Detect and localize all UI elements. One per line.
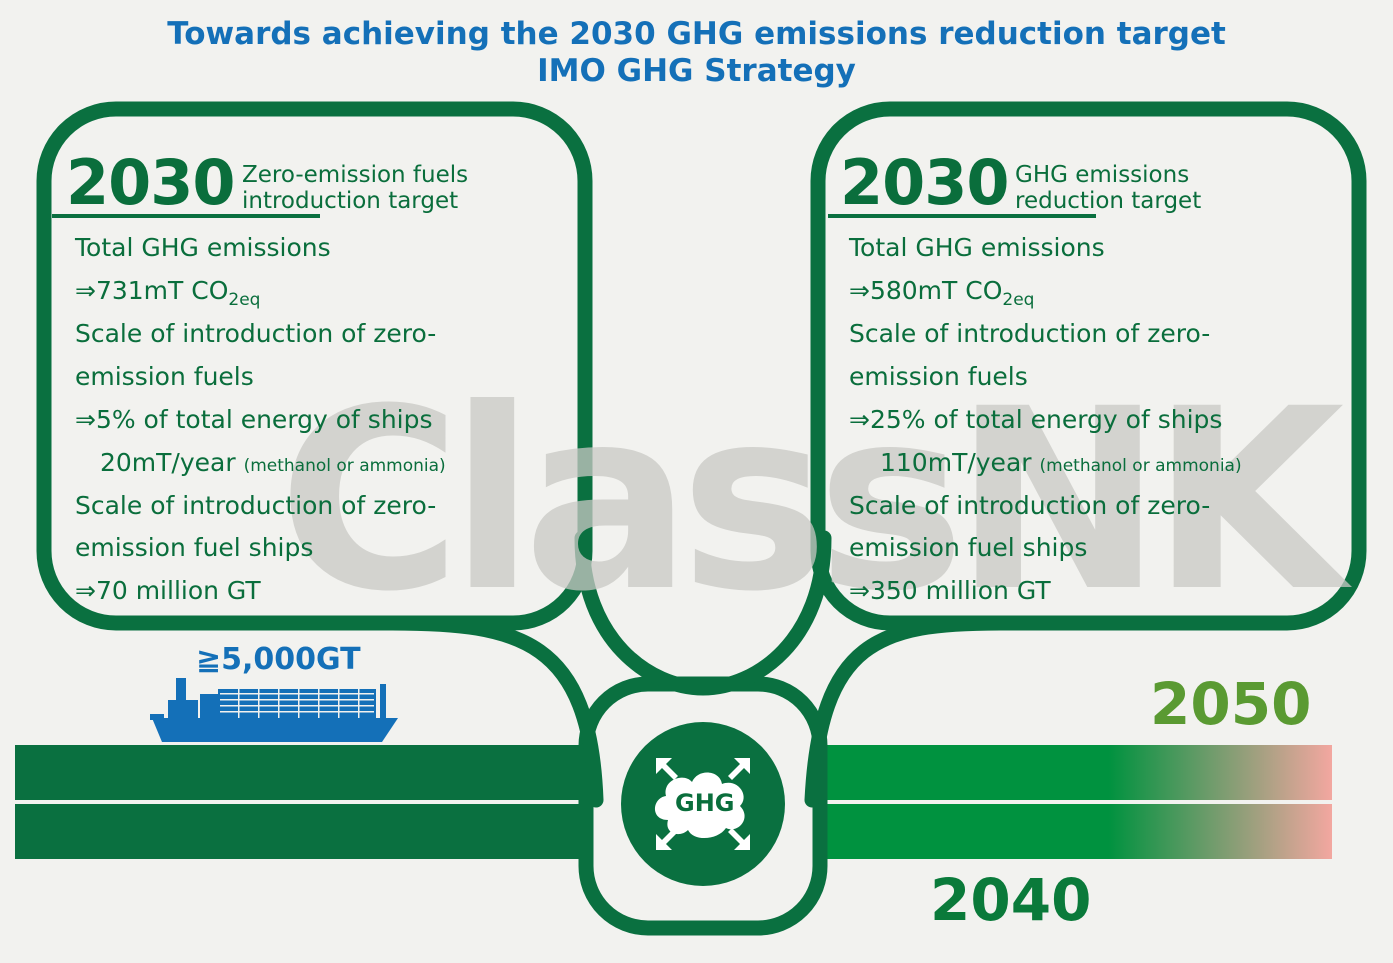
right-line-5: ⇒25% of total energy of ships	[849, 405, 1223, 434]
left-caption-1: Zero-emission fuels	[242, 162, 469, 188]
left-year: 2030	[66, 146, 236, 219]
ghg-label: GHG	[675, 789, 735, 817]
title-line2: IMO GHG Strategy	[537, 53, 856, 89]
left-line-3: Scale of introduction of zero-	[75, 319, 437, 348]
left-line-9: ⇒70 million GT	[75, 576, 261, 605]
right-line-3: Scale of introduction of zero-	[849, 319, 1211, 348]
right-caption-1: GHG emissions	[1015, 162, 1190, 188]
year-2050: 2050	[1150, 670, 1312, 738]
right-line-6: 110mT/year (methanol or ammonia)	[880, 448, 1242, 477]
ship-size-label: ≧5,000GT	[196, 642, 361, 677]
left-line-2: ⇒731mT CO2eq	[75, 276, 261, 310]
right-line-1: Total GHG emissions	[849, 233, 1105, 262]
ship-icon	[150, 678, 398, 742]
right-line-9: ⇒350 million GT	[849, 576, 1051, 605]
timeline-bars-left	[15, 745, 590, 859]
left-line-1: Total GHG emissions	[75, 233, 331, 262]
right-line-4: emission fuels	[849, 362, 1028, 391]
left-line-5: ⇒5% of total energy of ships	[75, 405, 433, 434]
right-year: 2030	[840, 146, 1010, 219]
left-line-6: 20mT/year (methanol or ammonia)	[100, 448, 446, 477]
right-caption-2: reduction target	[1015, 188, 1202, 214]
title-line1: Towards achieving the 2030 GHG emissions…	[167, 16, 1226, 52]
right-line-2: ⇒580mT CO2eq	[849, 276, 1035, 310]
left-line-8: emission fuel ships	[75, 533, 314, 562]
left-line-4: emission fuels	[75, 362, 254, 391]
timeline-bars-right	[812, 745, 1332, 859]
right-line-7: Scale of introduction of zero-	[849, 491, 1211, 520]
left-caption-2: introduction target	[242, 188, 459, 214]
right-line-8: emission fuel ships	[849, 533, 1088, 562]
year-2040: 2040	[930, 866, 1092, 934]
left-line-7: Scale of introduction of zero-	[75, 491, 437, 520]
